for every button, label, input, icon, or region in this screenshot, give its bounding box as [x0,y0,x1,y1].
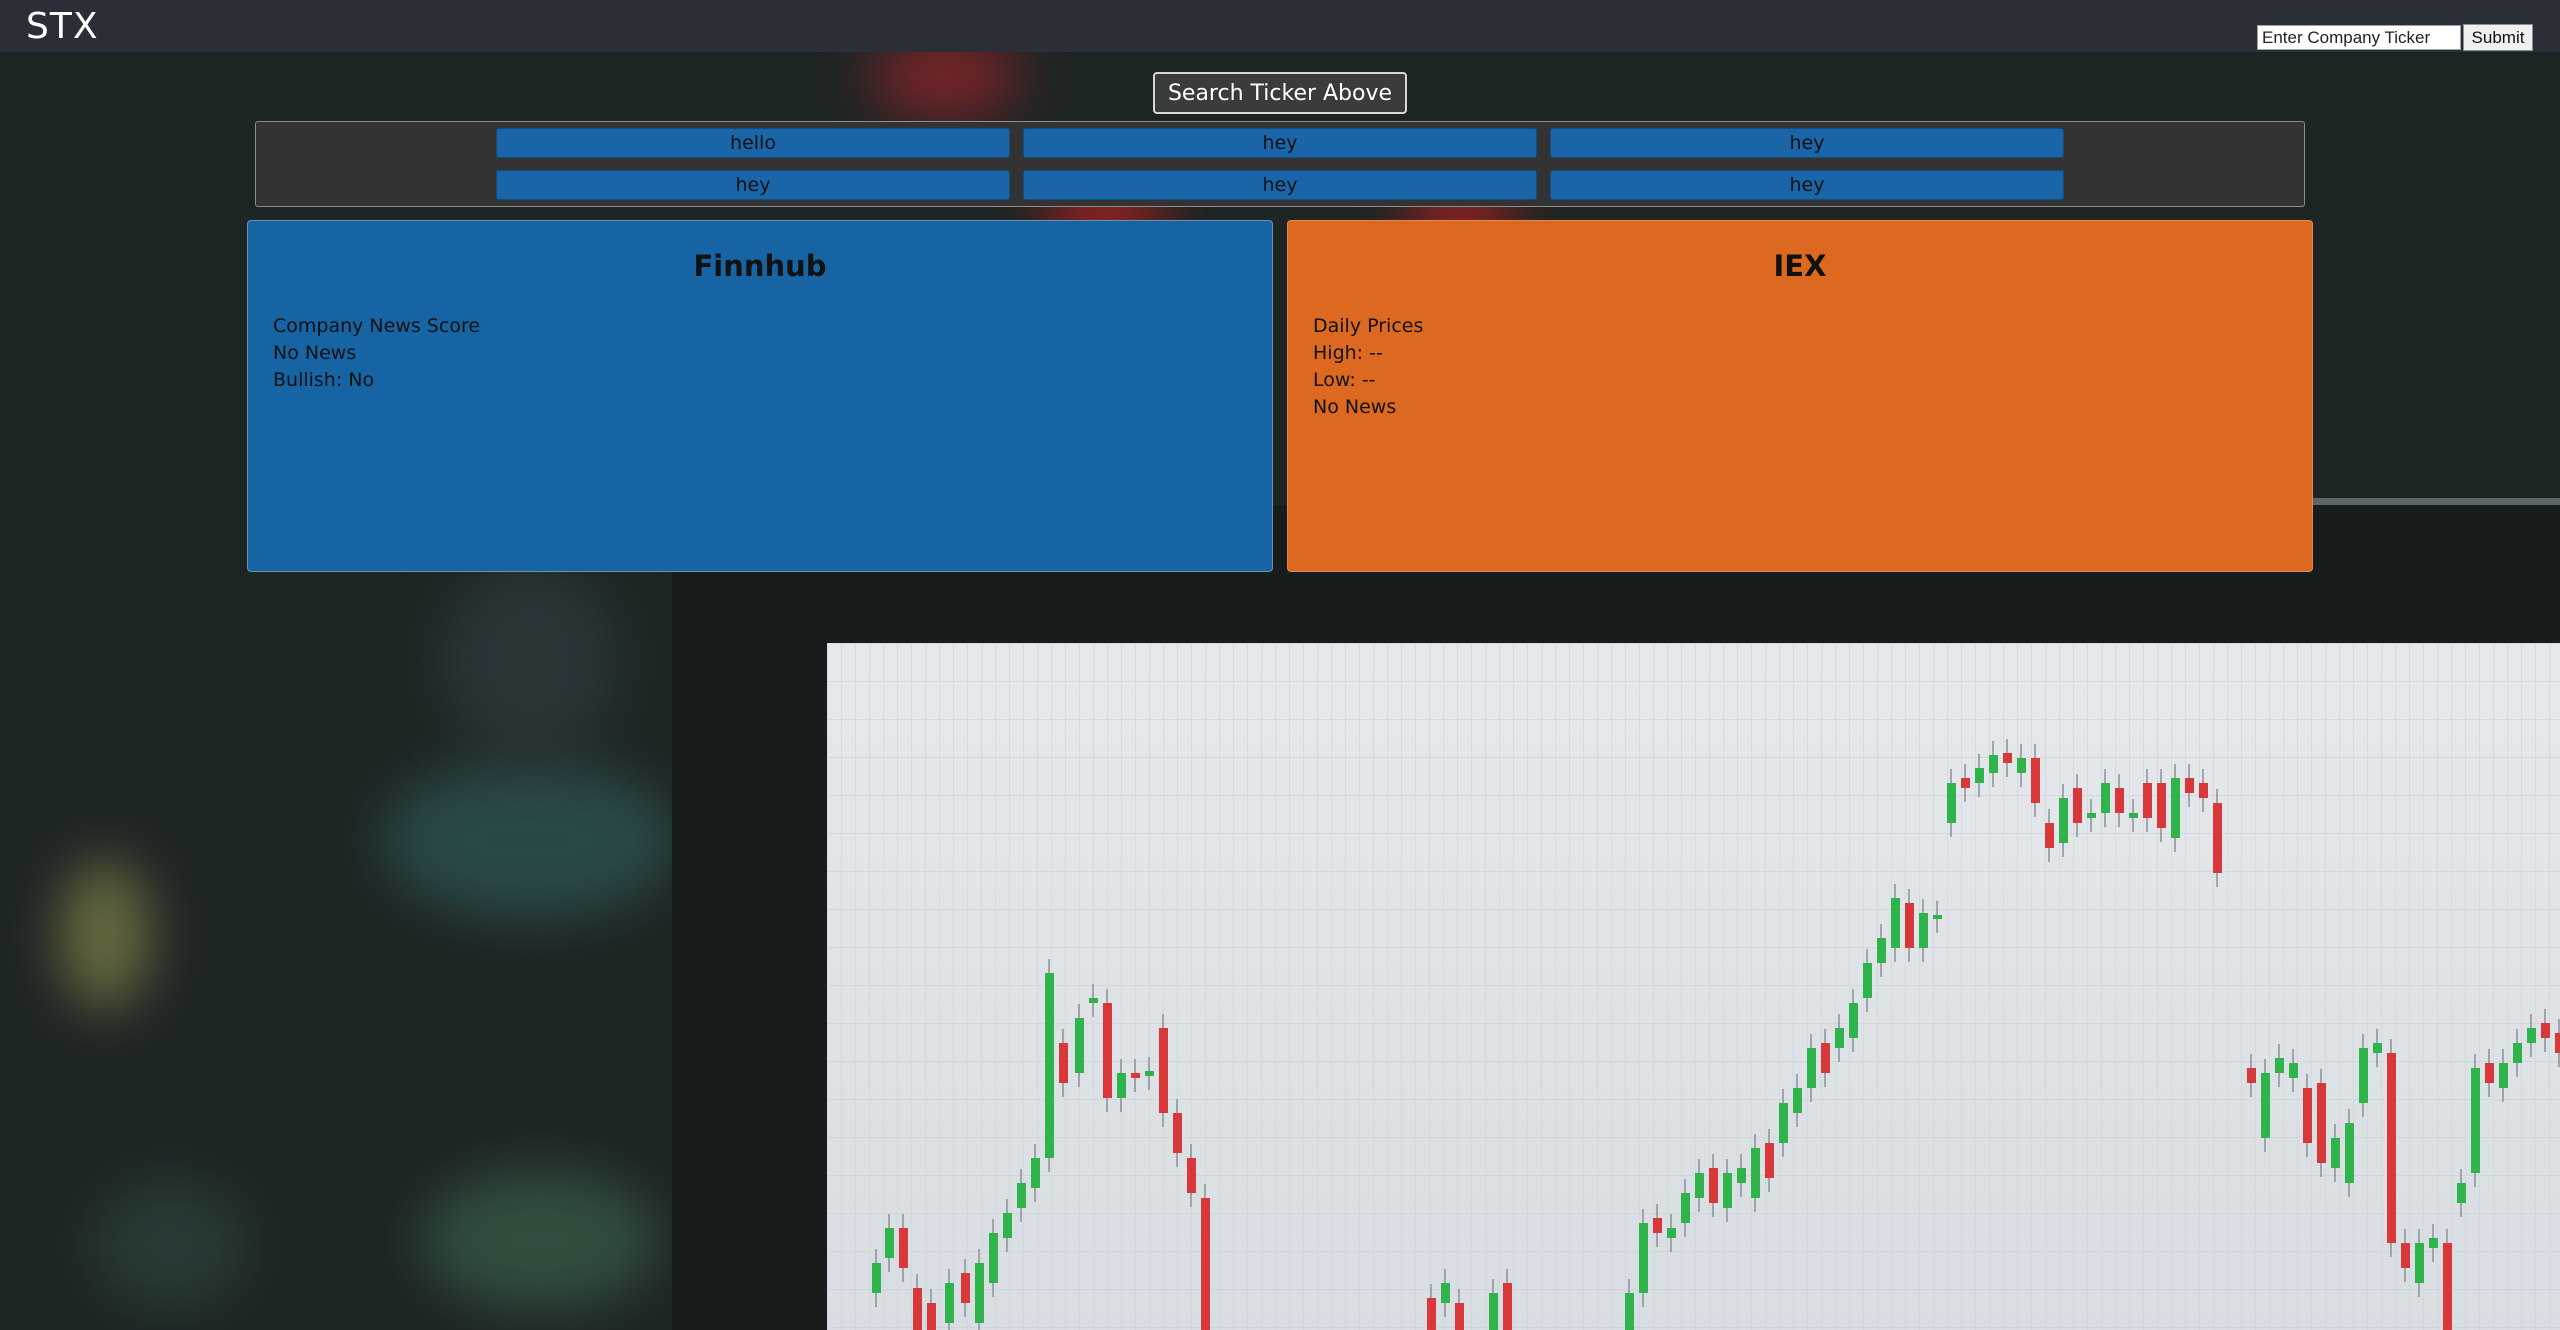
iex-card: IEX Daily Prices High: -- Low: -- No New… [1287,220,2313,572]
grid-button-6[interactable]: hey [1550,170,2064,200]
finnhub-card: Finnhub Company News Score No News Bulli… [247,220,1273,572]
iex-line-low: Low: -- [1313,369,1376,391]
iex-line-daily-prices: Daily Prices [1313,315,1424,337]
grid-button-5[interactable]: hey [1023,170,1537,200]
ticker-search-input[interactable] [2257,25,2461,50]
grid-button-3[interactable]: hey [1550,128,2064,158]
grid-button-1[interactable]: hello [496,128,1010,158]
grid-button-2[interactable]: hey [1023,128,1537,158]
quick-buttons-panel: hello hey hey hey hey hey [255,121,2305,207]
finnhub-line-news: No News [273,342,357,364]
finnhub-line-bullish: Bullish: No [273,369,375,391]
submit-button[interactable]: Submit [2463,24,2533,51]
grid-button-4[interactable]: hey [496,170,1010,200]
iex-line-news: No News [1313,396,1397,418]
iex-line-high: High: -- [1313,342,1383,364]
iex-title: IEX [1773,249,1827,283]
top-navbar: STX Submit [0,0,2560,52]
candlestick-decoration [872,739,2560,1330]
search-ticker-button[interactable]: Search Ticker Above [1153,72,1407,114]
finnhub-line-news-score: Company News Score [273,315,481,337]
finnhub-title: Finnhub [693,249,827,283]
brand-logo[interactable]: STX [26,6,99,47]
